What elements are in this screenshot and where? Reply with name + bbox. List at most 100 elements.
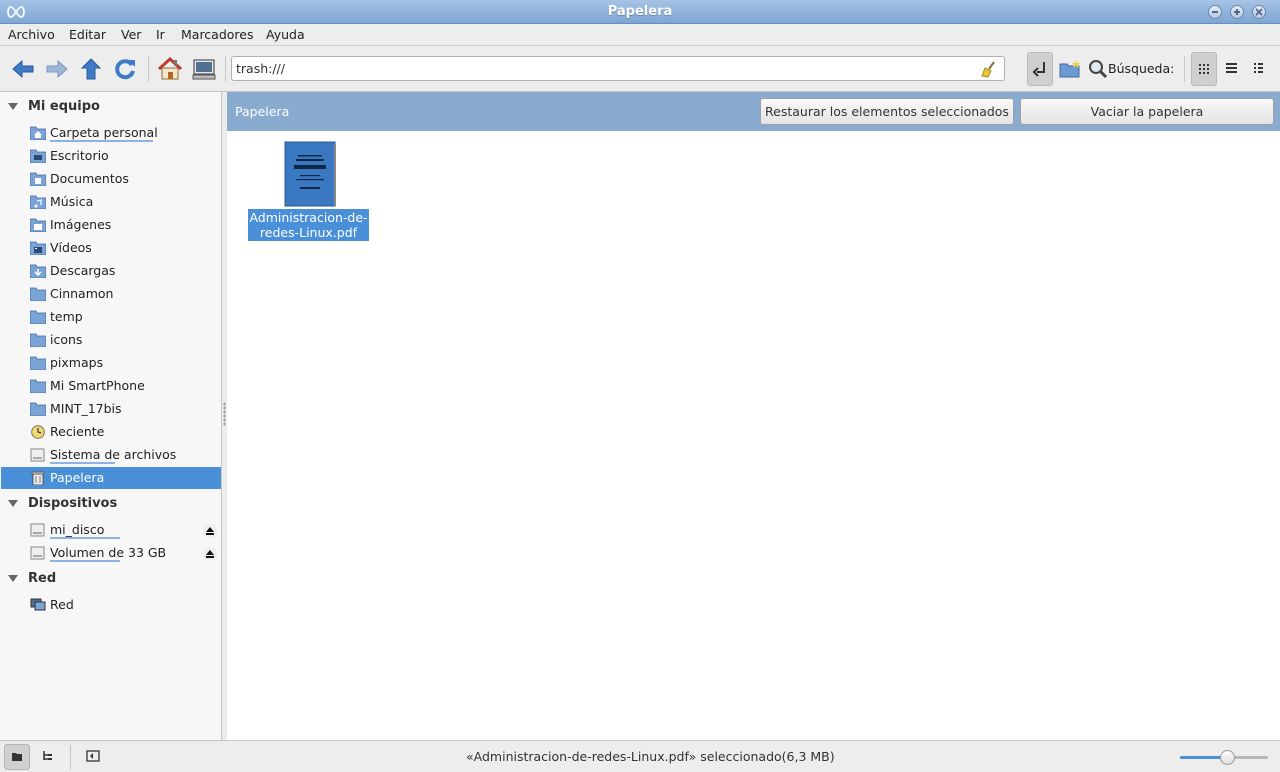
toolbar-separator bbox=[1184, 56, 1185, 82]
info-bar-label: Papelera bbox=[235, 104, 290, 119]
location-toggle-button[interactable] bbox=[1027, 52, 1053, 86]
sidebar-item-documentos[interactable]: Documentos bbox=[1, 168, 221, 190]
expander-icon[interactable] bbox=[8, 103, 18, 110]
sidebar-item-reciente[interactable]: Reciente bbox=[1, 421, 221, 443]
toolbar: Búsqueda: bbox=[0, 46, 1280, 92]
sidebar-toggle-icon bbox=[86, 750, 100, 762]
sidebar-item-label: MINT_17bis bbox=[50, 401, 122, 416]
home-folder-icon bbox=[30, 126, 46, 140]
sidebar-item-volumen-33gb[interactable]: Volumen de 33 GB bbox=[1, 542, 221, 564]
menu-ayuda[interactable]: Ayuda bbox=[266, 27, 305, 42]
sidebar-item-label: Música bbox=[50, 194, 94, 209]
file-name-line: redes-Linux.pdf bbox=[259, 225, 358, 240]
forward-icon[interactable] bbox=[44, 56, 70, 82]
menu-ver[interactable]: Ver bbox=[121, 27, 141, 42]
music-folder-icon bbox=[30, 195, 46, 209]
section-red[interactable]: Red bbox=[0, 568, 222, 590]
search-label[interactable]: Búsqueda: bbox=[1108, 61, 1174, 76]
documents-folder-icon bbox=[30, 172, 46, 186]
sidebar-item-temp[interactable]: temp bbox=[1, 306, 221, 328]
sidebar-item-label: Papelera bbox=[50, 470, 105, 485]
sidebar-item-label: pixmaps bbox=[50, 355, 104, 370]
eject-icon[interactable] bbox=[203, 547, 217, 561]
zoom-slider[interactable] bbox=[1180, 750, 1268, 765]
show-places-button[interactable] bbox=[4, 744, 30, 770]
zoom-slider-knob[interactable] bbox=[1219, 750, 1235, 765]
folder-icon bbox=[30, 310, 46, 324]
compact-view-button[interactable] bbox=[1247, 52, 1273, 86]
status-text: «Administracion-de-redes-Linux.pdf» sele… bbox=[466, 749, 835, 764]
location-input[interactable] bbox=[236, 60, 966, 77]
section-mi-equipo[interactable]: Mi equipo bbox=[0, 96, 222, 118]
empty-trash-button[interactable]: Vaciar la papelera bbox=[1020, 98, 1274, 125]
title-bar[interactable]: Papelera bbox=[0, 0, 1280, 24]
sidebar-item-label: temp bbox=[50, 309, 83, 324]
videos-folder-icon bbox=[30, 241, 46, 255]
pdf-thumbnail-icon bbox=[284, 141, 336, 207]
toolbar-separator bbox=[225, 56, 226, 82]
sidebar-item-carpeta-personal[interactable]: Carpeta personal bbox=[1, 122, 221, 144]
up-icon[interactable] bbox=[78, 56, 104, 82]
sidebar-item-label: Cinnamon bbox=[50, 286, 114, 301]
location-bar[interactable] bbox=[231, 56, 1005, 81]
statusbar-separator bbox=[70, 745, 71, 769]
sidebar-item-cinnamon[interactable]: Cinnamon bbox=[1, 283, 221, 305]
sidebar-item-musica[interactable]: Música bbox=[1, 191, 221, 213]
sidebar-item-label: icons bbox=[50, 332, 83, 347]
drive-icon bbox=[30, 546, 45, 560]
back-icon[interactable] bbox=[10, 56, 36, 82]
computer-icon[interactable] bbox=[191, 56, 217, 82]
section-dispositivos[interactable]: Dispositivos bbox=[0, 493, 222, 515]
edit-location-icon bbox=[1032, 62, 1045, 77]
sidebar-item-sistema-de-archivos[interactable]: Sistema de archivos bbox=[1, 444, 221, 466]
close-button[interactable] bbox=[1252, 5, 1266, 19]
home-icon[interactable] bbox=[157, 56, 183, 82]
expander-icon[interactable] bbox=[8, 500, 18, 507]
file-view[interactable]: Papelera Restaurar los elementos selecci… bbox=[227, 92, 1280, 740]
sidebar-item-pixmaps[interactable]: pixmaps bbox=[1, 352, 221, 374]
splitter-handle[interactable] bbox=[223, 402, 226, 426]
sidebar-item-descargas[interactable]: Descargas bbox=[1, 260, 221, 282]
capacity-underline bbox=[50, 140, 153, 142]
sidebar-item-icons[interactable]: icons bbox=[1, 329, 221, 351]
sidebar-item-imagenes[interactable]: Imágenes bbox=[1, 214, 221, 236]
sidebar-item-mi-smartphone[interactable]: Mi SmartPhone bbox=[1, 375, 221, 397]
menu-archivo[interactable]: Archivo bbox=[8, 27, 55, 42]
minimize-button[interactable] bbox=[1208, 5, 1222, 19]
sidebar-item-label: Vídeos bbox=[50, 240, 92, 255]
hide-sidebar-button[interactable] bbox=[81, 744, 107, 770]
new-folder-icon[interactable] bbox=[1057, 56, 1083, 82]
menu-marcadores[interactable]: Marcadores bbox=[181, 27, 254, 42]
file-item[interactable]: Administracion-de- redes-Linux.pdf bbox=[248, 141, 369, 242]
folder-icon bbox=[30, 379, 46, 393]
folder-icon bbox=[30, 402, 46, 416]
filesystem-icon bbox=[30, 448, 45, 462]
icon-view-button[interactable] bbox=[1191, 52, 1217, 86]
sidebar-item-escritorio[interactable]: Escritorio bbox=[1, 145, 221, 167]
capacity-underline bbox=[50, 560, 120, 562]
trash-info-bar: Papelera Restaurar los elementos selecci… bbox=[227, 92, 1280, 131]
sidebar-item-mint-17bis[interactable]: MINT_17bis bbox=[1, 398, 221, 420]
section-title: Dispositivos bbox=[28, 496, 118, 511]
recent-icon bbox=[31, 425, 45, 439]
menu-ir[interactable]: Ir bbox=[156, 27, 165, 42]
eject-icon[interactable] bbox=[203, 524, 217, 538]
show-tree-button[interactable] bbox=[36, 744, 62, 770]
sidebar-item-mi-disco[interactable]: mi_disco bbox=[1, 519, 221, 541]
sidebar-item-videos[interactable]: Vídeos bbox=[1, 237, 221, 259]
capacity-underline bbox=[50, 462, 115, 464]
menu-editar[interactable]: Editar bbox=[69, 27, 106, 42]
reload-icon[interactable] bbox=[112, 56, 138, 82]
sidebar-item-red[interactable]: Red bbox=[1, 594, 221, 616]
network-icon bbox=[30, 598, 46, 611]
drive-icon bbox=[30, 523, 45, 537]
clear-broom-icon[interactable] bbox=[980, 60, 998, 78]
maximize-button[interactable] bbox=[1230, 5, 1244, 19]
section-title: Mi equipo bbox=[28, 99, 100, 114]
restore-selected-button[interactable]: Restaurar los elementos seleccionados bbox=[760, 98, 1014, 125]
list-view-button[interactable] bbox=[1219, 52, 1245, 86]
sidebar-item-papelera[interactable]: Papelera bbox=[1, 467, 221, 489]
menu-bar: Archivo Editar Ver Ir Marcadores Ayuda bbox=[0, 24, 1280, 46]
folder-icon bbox=[30, 287, 46, 301]
expander-icon[interactable] bbox=[8, 575, 18, 582]
